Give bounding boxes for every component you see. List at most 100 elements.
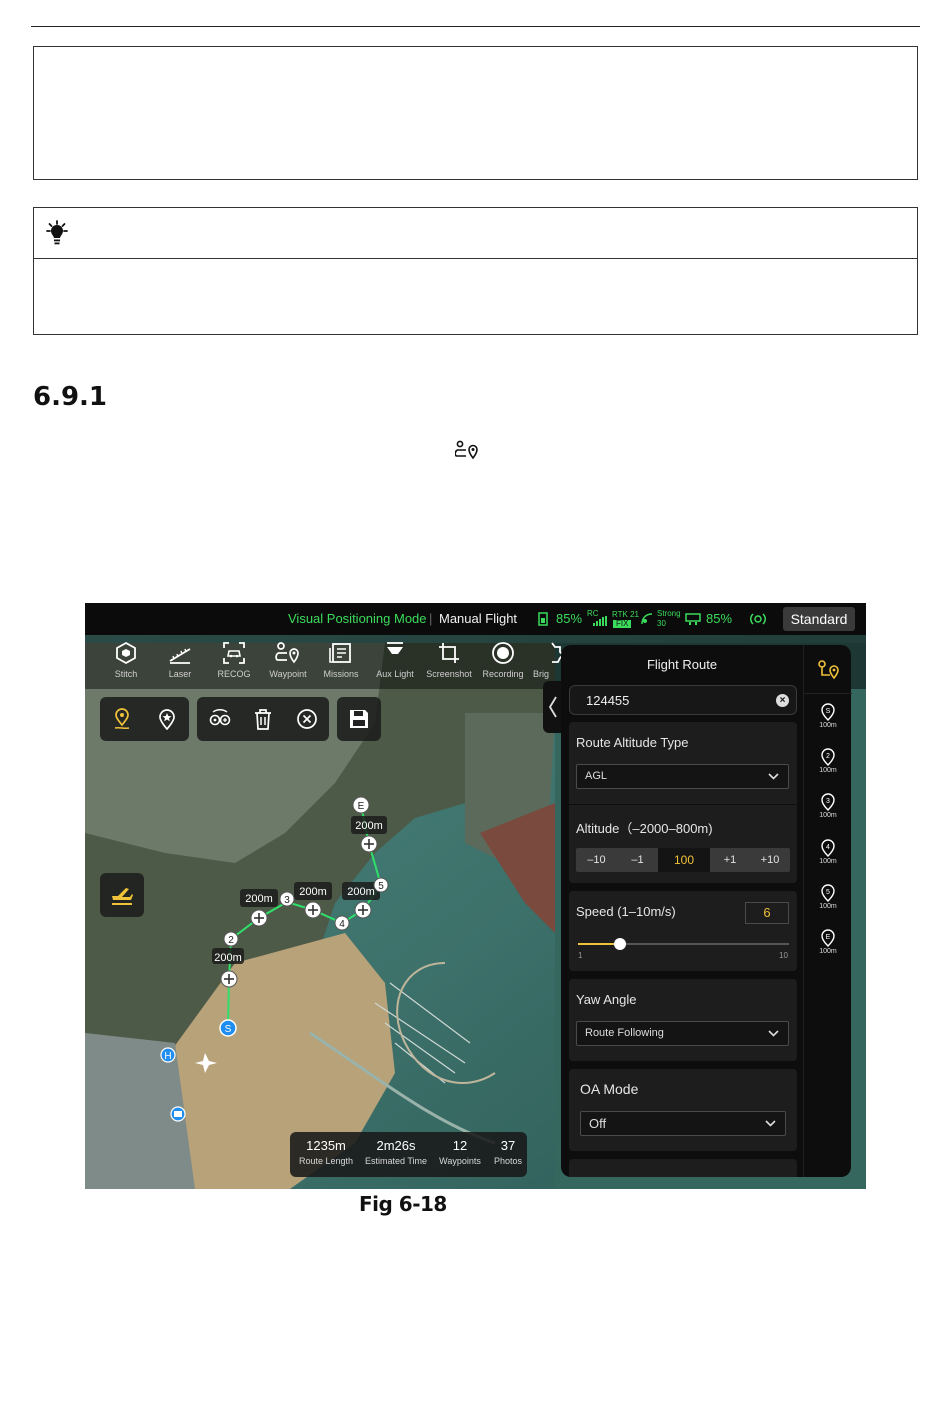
- satellite-icon: [641, 613, 653, 625]
- yaw-angle-select[interactable]: Route Following: [576, 1021, 789, 1046]
- tool-label: Missions: [323, 669, 359, 679]
- save-group: [337, 697, 381, 741]
- tool-laser[interactable]: Laser: [153, 637, 207, 687]
- recording-icon: [492, 642, 514, 664]
- altitude-type-label: Route Altitude Type: [576, 735, 689, 750]
- altitude-value[interactable]: 100: [658, 848, 710, 872]
- link-button[interactable]: [197, 697, 241, 741]
- tool-recording[interactable]: Recording: [476, 637, 530, 687]
- save-icon: [350, 710, 368, 728]
- waypoint-list-item[interactable]: 3 100m: [804, 793, 852, 819]
- waypoint-list-header[interactable]: [804, 659, 852, 681]
- yaw-angle-label: Yaw Angle: [576, 992, 637, 1007]
- altitude-plus-1-button[interactable]: +1: [710, 848, 750, 872]
- tool-stitch[interactable]: Stitch: [99, 637, 153, 687]
- save-button[interactable]: [337, 697, 381, 741]
- tool-label: RECOG: [217, 669, 251, 679]
- altitude-label: Altitude（–2000–800m): [576, 821, 713, 836]
- waypoint-marker: S: [225, 1024, 232, 1035]
- chevron-down-icon: [768, 1030, 779, 1037]
- waypoint-height: 100m: [819, 767, 837, 774]
- link-icon: [209, 709, 231, 726]
- altitude-stepper: –10 –1 100 +1 +10: [576, 848, 790, 872]
- altitude-plus-10-button[interactable]: +10: [750, 848, 790, 872]
- tool-recog[interactable]: RECOG: [207, 637, 261, 687]
- altitude-settings-card: Route Altitude Type AGL Altitude（–2000–8…: [569, 722, 797, 883]
- tool-waypoint[interactable]: Waypoint: [261, 637, 315, 687]
- waypoint-list-divider: [804, 693, 852, 694]
- speed-label: Speed (1–10m/s): [576, 904, 676, 919]
- flight-mode-status: Manual Flight: [439, 611, 518, 626]
- speed-input[interactable]: 6: [745, 902, 789, 924]
- waypoint-height: 100m: [819, 812, 837, 819]
- svg-text:2: 2: [826, 753, 830, 760]
- add-waypoint-button[interactable]: [100, 697, 144, 741]
- stat-waypoints: 12 Waypoints: [439, 1138, 481, 1166]
- waypoint-marker: 2: [228, 935, 234, 946]
- beacon-icon: [750, 613, 766, 625]
- delete-icon: [255, 709, 271, 730]
- figure-caption: Fig 6-18: [359, 1192, 447, 1216]
- waypoint-list-item[interactable]: S 100m: [804, 703, 852, 729]
- svg-text:S: S: [826, 708, 831, 715]
- speed-slider-thumb[interactable]: [614, 938, 627, 950]
- tool-missions[interactable]: Missions: [314, 637, 368, 687]
- route-name-field[interactable]: 124455 ×: [569, 685, 797, 715]
- flight-profile-button[interactable]: Standard: [783, 607, 855, 631]
- tool-aux-light[interactable]: Aux Light: [368, 637, 422, 687]
- altitude-minus-1-button[interactable]: –1: [617, 848, 658, 872]
- missions-icon: [329, 643, 351, 663]
- takeoff-icon: [112, 888, 133, 905]
- add-waypoint-icon: [114, 708, 130, 730]
- segment-label: 200m: [245, 893, 273, 905]
- chevron-left-icon: [548, 696, 557, 718]
- signal-label: Strong: [657, 609, 681, 618]
- takeoff-button[interactable]: [100, 873, 144, 917]
- note-box: [33, 46, 918, 180]
- waypoint-pin-icon: 2: [821, 748, 835, 766]
- point-of-interest-icon: [159, 709, 175, 730]
- waypoint-list-item[interactable]: E 100m: [804, 929, 852, 955]
- rc-signal-icon: [593, 616, 607, 626]
- delete-button[interactable]: [241, 697, 285, 741]
- status-separator: |: [429, 611, 433, 626]
- altitude-type-select[interactable]: AGL: [576, 764, 789, 789]
- waypoint-list-item[interactable]: 5 100m: [804, 884, 852, 910]
- chevron-down-icon: [768, 773, 779, 780]
- remote-battery-value: 85%: [706, 611, 733, 626]
- route-stats: 1235m Route Length 2m26s Estimated Time 12…: [290, 1132, 527, 1177]
- close-icon: [297, 709, 317, 729]
- oa-mode-select[interactable]: Off: [580, 1111, 786, 1136]
- next-card: [569, 1159, 797, 1177]
- altitude-section: Altitude（–2000–800m) –10 –1 100 +1 +10: [569, 805, 797, 883]
- waypoint-pin-icon: E: [821, 929, 835, 947]
- yaw-angle-card: Yaw Angle Route Following: [569, 979, 797, 1061]
- point-of-interest-button[interactable]: [145, 697, 189, 741]
- waypoint-list-item[interactable]: 4 100m: [804, 839, 852, 865]
- stitch-icon: [116, 641, 136, 665]
- section-number: 6.9.1: [33, 382, 108, 412]
- collapse-panel-button[interactable]: [543, 681, 563, 733]
- status-bar: Visual Positioning Mode | Manual Flight …: [85, 603, 866, 635]
- route-name-value: 124455: [586, 693, 630, 708]
- tool-screenshot[interactable]: Screenshot: [422, 637, 476, 687]
- tip-divider: [34, 258, 917, 259]
- chevron-down-icon: [765, 1120, 776, 1127]
- svg-text:5: 5: [826, 889, 830, 896]
- clear-input-icon[interactable]: ×: [776, 694, 789, 707]
- waypoint-height: 100m: [819, 948, 837, 955]
- rtk-fix-badge: FIX: [613, 620, 632, 628]
- speed-slider[interactable]: [578, 938, 789, 950]
- altitude-minus-10-button[interactable]: –10: [576, 848, 617, 872]
- segment-label: 200m: [355, 820, 383, 832]
- waypoint-pin-icon: 4: [821, 839, 835, 857]
- segment-label: 200m: [347, 886, 375, 898]
- speed-min-label: 1: [578, 951, 583, 960]
- clear-route-button[interactable]: [285, 697, 329, 741]
- screenshot-icon: [439, 643, 459, 663]
- flight-route-panel: Flight Route 124455 × Route Altitude Typ…: [561, 645, 852, 1177]
- waypoint-list-item[interactable]: 2 100m: [804, 748, 852, 774]
- waypoint-height: 100m: [819, 903, 837, 910]
- svg-text:E: E: [826, 934, 831, 941]
- panel-title: Flight Route: [646, 657, 718, 672]
